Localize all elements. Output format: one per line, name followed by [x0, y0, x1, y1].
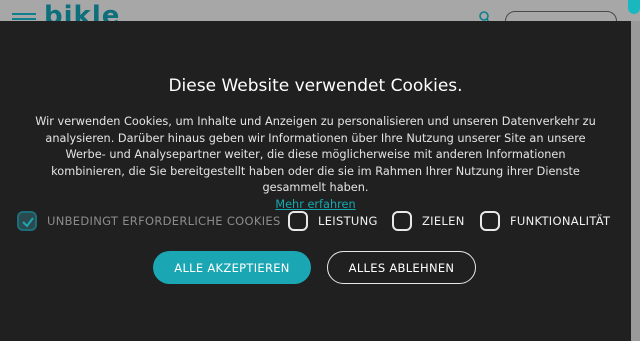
- cookie-options: UNBEDINGT ERFORDERLICHE COOKIES LEISTUNG…: [17, 209, 617, 233]
- cookie-description-text: Wir verwenden Cookies, um Inhalte und An…: [35, 115, 596, 194]
- scroll-indicator: [628, 0, 640, 14]
- option-necessary: UNBEDINGT ERFORDERLICHE COOKIES: [17, 209, 281, 233]
- cookie-banner: Diese Website verwendet Cookies. Wir ver…: [0, 21, 631, 341]
- checkbox-performance[interactable]: [288, 211, 308, 231]
- option-targeting-label[interactable]: ZIELEN: [422, 214, 465, 228]
- option-performance[interactable]: LEISTUNG: [288, 209, 378, 233]
- option-targeting[interactable]: ZIELEN: [392, 209, 465, 233]
- accept-all-button[interactable]: ALLE AKZEPTIEREN: [153, 251, 311, 284]
- cookie-banner-description: Wir verwenden Cookies, um Inhalte und An…: [30, 114, 601, 213]
- option-functionality[interactable]: FUNKTIONALITÄT: [480, 209, 610, 233]
- checkbox-necessary: [17, 211, 37, 231]
- checkbox-functionality[interactable]: [480, 211, 500, 231]
- cookie-actions: ALLE AKZEPTIEREN ALLES ABLEHNEN: [0, 251, 631, 285]
- option-functionality-label[interactable]: FUNKTIONALITÄT: [510, 214, 610, 228]
- cookie-banner-title: Diese Website verwendet Cookies.: [168, 76, 463, 96]
- option-performance-label[interactable]: LEISTUNG: [318, 214, 378, 228]
- hamburger-icon[interactable]: [12, 13, 36, 21]
- option-necessary-label: UNBEDINGT ERFORDERLICHE COOKIES: [47, 214, 281, 228]
- site-header: bikle: [0, 0, 640, 31]
- reject-all-button[interactable]: ALLES ABLEHNEN: [327, 251, 476, 284]
- checkbox-targeting[interactable]: [392, 211, 412, 231]
- checkmark-icon: [22, 217, 34, 228]
